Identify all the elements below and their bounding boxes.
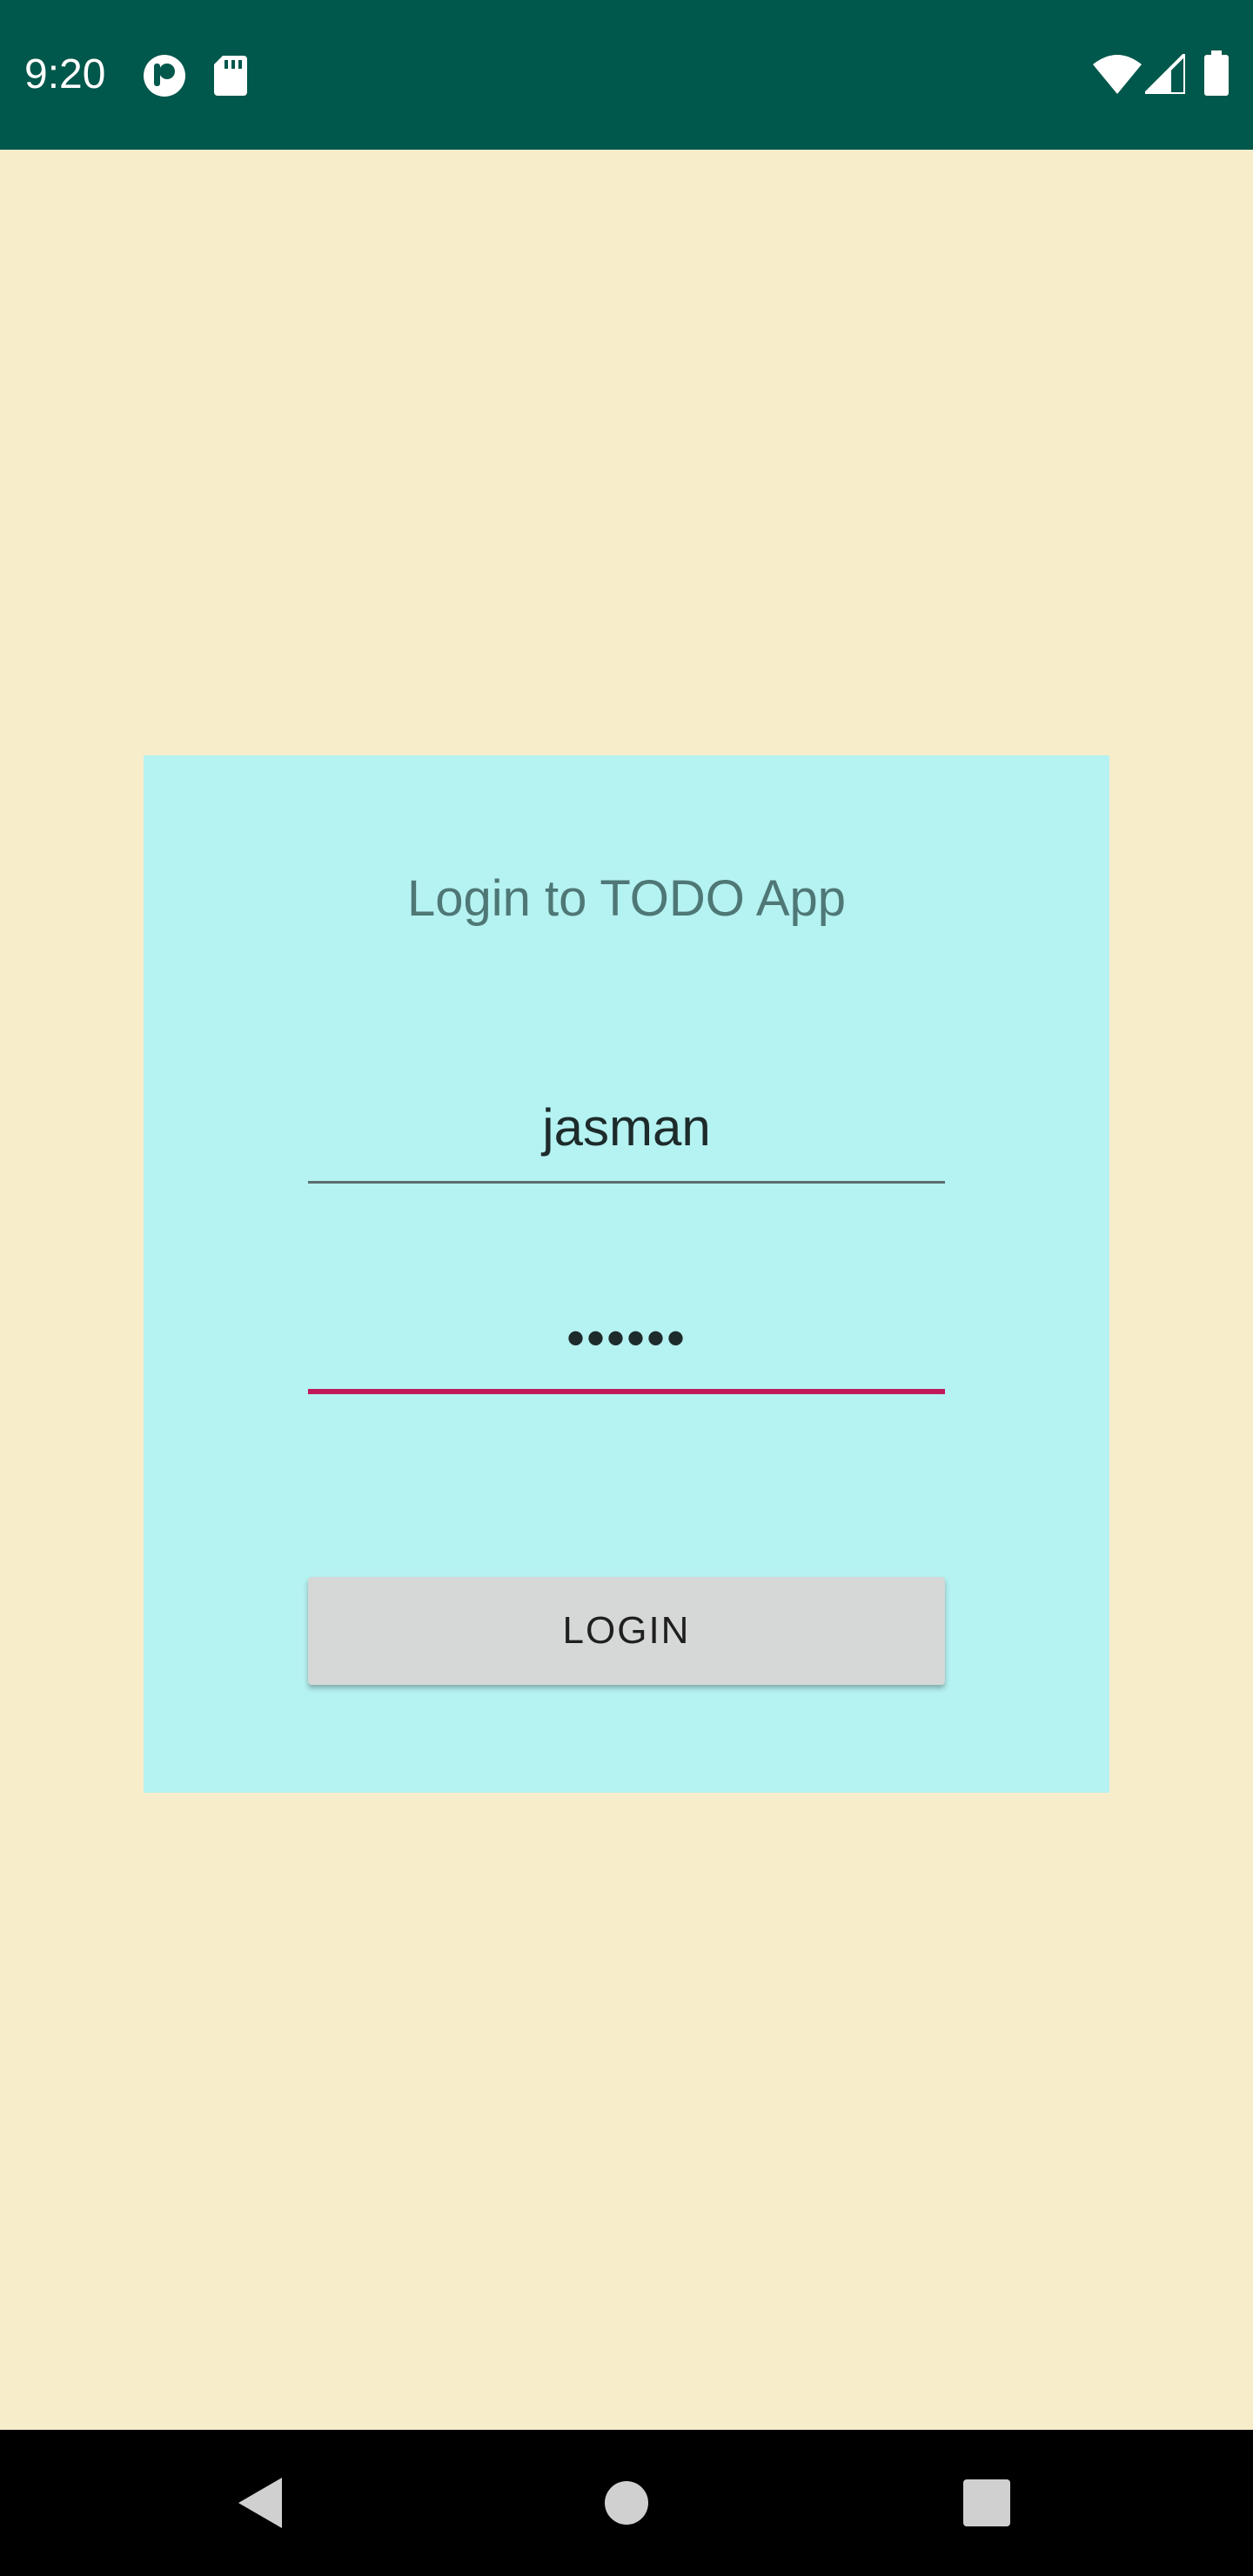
username-underline <box>308 1181 945 1184</box>
back-icon <box>238 2478 282 2528</box>
login-screen: 9:20 Login to TODO App jasman •••••• LOG… <box>0 0 1253 2576</box>
password-underline <box>308 1389 945 1394</box>
navigation-bar <box>0 2430 1253 2576</box>
home-icon <box>605 2481 648 2525</box>
status-time: 9:20 <box>24 51 106 97</box>
recents-button[interactable] <box>917 2430 1056 2576</box>
login-title: Login to TODO App <box>406 870 847 927</box>
status-bar: 9:20 <box>0 0 1253 150</box>
username-field[interactable] <box>308 1070 945 1184</box>
wifi-icon <box>1093 55 1142 94</box>
back-button[interactable] <box>191 2430 331 2576</box>
app-notification-icon <box>144 55 185 97</box>
login-card: Login to TODO App LOGIN <box>144 755 1109 1793</box>
password-field[interactable] <box>308 1281 945 1394</box>
recents-icon <box>963 2479 1010 2526</box>
username-field-container <box>308 1070 945 1184</box>
battery-icon <box>1204 50 1229 96</box>
cellular-signal-icon <box>1145 54 1185 94</box>
login-button[interactable]: LOGIN <box>308 1577 945 1685</box>
sd-card-icon <box>214 56 247 96</box>
password-field-container <box>308 1281 945 1394</box>
home-button[interactable] <box>557 2430 696 2576</box>
